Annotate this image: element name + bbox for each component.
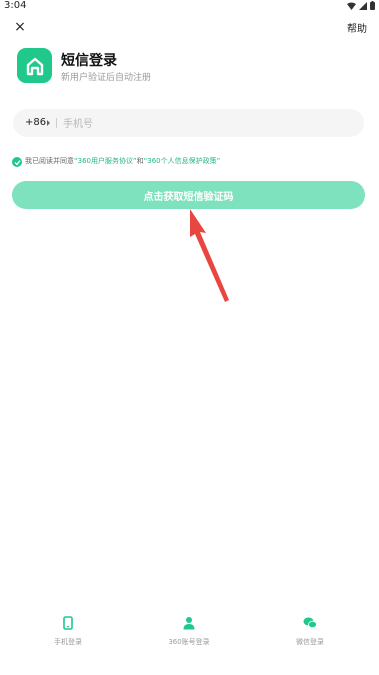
- phone-field: +86: [13, 109, 364, 137]
- user-icon: [183, 617, 195, 630]
- service-agreement-link[interactable]: “360用户服务协议”: [74, 157, 137, 165]
- phone-login-option[interactable]: 手机登录: [23, 615, 113, 647]
- 360-account-login-label: 360账号登录: [168, 638, 210, 646]
- wechat-icon: [303, 617, 317, 629]
- phone-login-label: 手机登录: [54, 638, 82, 646]
- bottom-login-options: 手机登录 360账号登录 微信登录: [0, 615, 379, 660]
- page-title: 短信登录: [61, 53, 117, 69]
- battery-icon: [370, 1, 375, 10]
- agreement-checkbox[interactable]: [12, 157, 22, 167]
- divider: [56, 118, 57, 128]
- wechat-login-option[interactable]: 微信登录: [265, 615, 355, 647]
- status-bar: 3:04: [0, 0, 379, 14]
- red-pointer-arrow: [190, 209, 229, 302]
- app-logo: [17, 48, 52, 83]
- chevron-right-icon[interactable]: [47, 120, 50, 126]
- close-button[interactable]: ×: [12, 19, 28, 35]
- country-code-selector[interactable]: +86: [25, 117, 46, 128]
- status-icons: [347, 1, 375, 10]
- agreement-and: 和: [136, 157, 144, 165]
- phone-icon: [63, 616, 73, 630]
- signal-icon: [359, 1, 367, 10]
- page-subtitle: 新用户验证后自动注册: [61, 73, 152, 83]
- agreement-prefix: 我已阅读并同意: [25, 157, 74, 165]
- wechat-login-label: 微信登录: [296, 638, 324, 646]
- privacy-policy-link[interactable]: “360个人信息保护政策”: [144, 157, 221, 165]
- home-logo-icon: [26, 57, 43, 75]
- 360-account-login-option[interactable]: 360账号登录: [144, 615, 234, 647]
- agreement-text: 我已阅读并同意“360用户服务协议”和“360个人信息保护政策”: [25, 156, 220, 166]
- wifi-icon: [347, 2, 356, 10]
- status-time: 3:04: [4, 0, 27, 11]
- close-icon: ×: [14, 19, 26, 35]
- check-icon: [14, 159, 21, 165]
- help-link[interactable]: 帮助: [347, 20, 367, 35]
- phone-input[interactable]: [61, 113, 345, 135]
